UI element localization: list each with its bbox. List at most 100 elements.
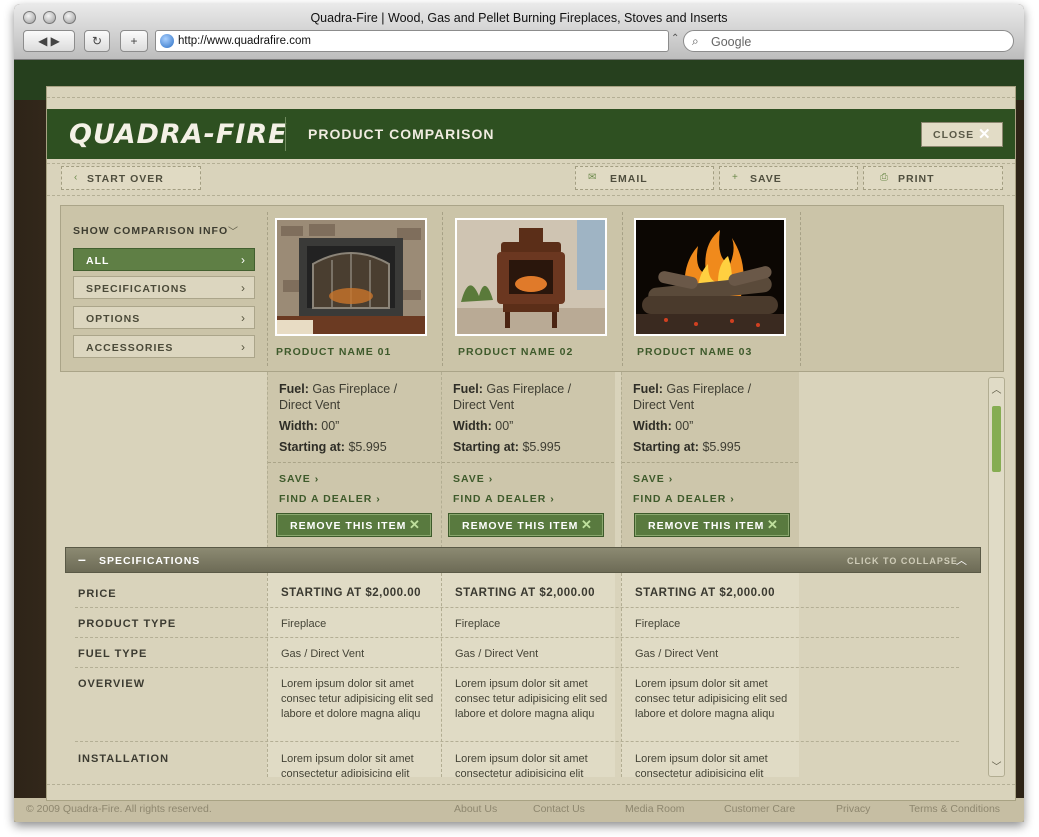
filter-all[interactable]: ALL › [73, 248, 255, 271]
address-bar[interactable]: http://www.quadrafire.com [155, 30, 669, 52]
spec-cell: Gas / Direct Vent [281, 648, 365, 660]
product-name-02[interactable]: PRODUCT NAME 02 [458, 346, 573, 358]
spec-cell: Lorem ipsum dolor sit amet consec tetur … [455, 678, 608, 720]
divider [442, 462, 614, 463]
product-image-01[interactable] [275, 218, 427, 336]
close-icon: ✕ [978, 126, 991, 143]
footer-link-privacy[interactable]: Privacy [836, 803, 870, 815]
product-image-03[interactable] [634, 218, 786, 336]
filter-specifications[interactable]: SPECIFICATIONS › [73, 276, 255, 299]
print-label: PRINT [898, 173, 935, 185]
footer-link-media[interactable]: Media Room [625, 803, 685, 815]
spec-cell: STARTING AT $2,000.00 [455, 587, 596, 599]
price-line: Starting at: $5.995 [633, 440, 741, 454]
spec-cell: Fireplace [455, 618, 501, 630]
spec-cell: Fireplace [281, 618, 327, 630]
width-line: Width: 00” [279, 419, 340, 433]
footer-link-care[interactable]: Customer Care [724, 803, 795, 815]
filter-label: SPECIFICATIONS [86, 283, 188, 295]
footer-link-contact[interactable]: Contact Us [533, 803, 585, 815]
save-link[interactable]: SAVE › [453, 473, 493, 485]
add-bookmark-button[interactable]: + [120, 30, 148, 52]
specifications-section-header[interactable]: – SPECIFICATIONS CLICK TO COLLAPSE ︿ [65, 547, 981, 573]
chevron-down-icon[interactable]: ﹀ [228, 223, 238, 238]
filter-label: OPTIONS [86, 313, 141, 325]
save-link[interactable]: SAVE › [633, 473, 673, 485]
save-link[interactable]: SAVE › [279, 473, 319, 485]
url-text: http://www.quadrafire.com [178, 35, 311, 47]
reload-button[interactable]: ↻ [84, 30, 110, 52]
fireplace-insert-image [277, 220, 425, 334]
divider [47, 784, 1015, 785]
click-to-collapse-label[interactable]: CLICK TO COLLAPSE [847, 556, 958, 566]
spec-cell: Lorem ipsum dolor sit amet consectetur a… [635, 753, 768, 777]
spec-cell: Fireplace [635, 618, 681, 630]
row-divider [75, 667, 959, 668]
specifications-label: SPECIFICATIONS [99, 555, 201, 567]
remove-icon: ✕ [581, 517, 592, 532]
chevron-up-icon[interactable]: ︿ [956, 552, 967, 568]
email-label: EMAIL [610, 173, 648, 185]
product-image-02[interactable] [455, 218, 607, 336]
divider [268, 462, 440, 463]
find-dealer-link[interactable]: FIND A DEALER › [453, 493, 555, 505]
divider [622, 462, 798, 463]
product-name-03[interactable]: PRODUCT NAME 03 [637, 346, 752, 358]
close-button[interactable]: CLOSE ✕ [921, 122, 1003, 147]
column-divider [267, 212, 268, 366]
fuel-line-2: Direct Vent [453, 398, 515, 412]
fuel-line-2: Direct Vent [279, 398, 341, 412]
footer-link-about[interactable]: About Us [454, 803, 497, 815]
chevron-right-icon: › [241, 311, 245, 325]
remove-item-button[interactable]: REMOVE THIS ITEM ✕ [448, 513, 604, 537]
modal-title: PRODUCT COMPARISON [308, 126, 495, 142]
spec-row-label-product-type: PRODUCT TYPE [78, 618, 177, 630]
remove-item-button[interactable]: REMOVE THIS ITEM ✕ [276, 513, 432, 537]
header-divider [285, 117, 286, 151]
spec-cell: STARTING AT $2,000.00 [635, 587, 776, 599]
save-label: SAVE [750, 173, 782, 185]
filter-accessories[interactable]: ACCESSORIES › [73, 335, 255, 358]
column-divider [800, 212, 801, 366]
row-divider [75, 637, 959, 638]
print-button[interactable]: ⎙ PRINT [863, 166, 1003, 190]
remove-item-button[interactable]: REMOVE THIS ITEM ✕ [634, 513, 790, 537]
footer-link-terms[interactable]: Terms & Conditions [909, 803, 1000, 815]
window-title: Quadra-Fire | Wood, Gas and Pellet Burni… [310, 11, 728, 25]
show-comparison-info-label: SHOW COMPARISON INFO [73, 225, 229, 237]
divider [47, 97, 1015, 98]
chevron-left-icon: ‹ [74, 172, 78, 183]
envelope-icon: ✉ [588, 172, 597, 183]
remove-label: REMOVE THIS ITEM [462, 520, 579, 532]
product-name-01[interactable]: PRODUCT NAME 01 [276, 346, 391, 358]
column-divider [622, 212, 623, 366]
address-arrow-icon[interactable]: ⌃ [671, 33, 679, 44]
scroll-thumb[interactable] [992, 406, 1001, 472]
search-field[interactable]: ⌕ Google [683, 30, 1014, 52]
width-line: Width: 00” [453, 419, 514, 433]
start-over-button[interactable]: ‹ START OVER [61, 166, 201, 190]
start-over-label: START OVER [87, 173, 164, 185]
back-forward-button[interactable]: ◀ ▶ [23, 30, 75, 52]
remove-icon: ✕ [767, 517, 778, 532]
filter-label: ACCESSORIES [86, 342, 174, 354]
filter-options[interactable]: OPTIONS › [73, 306, 255, 329]
find-dealer-link[interactable]: FIND A DEALER › [279, 493, 381, 505]
save-button[interactable]: + SAVE [719, 166, 858, 190]
spec-cell: STARTING AT $2,000.00 [281, 587, 422, 599]
vertical-scrollbar[interactable]: ︿ ﹀ [988, 377, 1005, 777]
spec-cell: Lorem ipsum dolor sit amet consectetur a… [281, 753, 414, 777]
chevron-right-icon: › [241, 340, 245, 354]
column-divider [442, 212, 443, 366]
modal-header: QUADRA-FIRE PRODUCT COMPARISON CLOSE ✕ [47, 109, 1015, 159]
email-button[interactable]: ✉ EMAIL [575, 166, 714, 190]
quadra-fire-logo: QUADRA-FIRE [69, 119, 288, 150]
plus-icon: + [732, 172, 738, 183]
printer-icon: ⎙ [880, 172, 888, 183]
scroll-down-icon[interactable]: ﹀ [989, 758, 1004, 773]
width-line: Width: 00” [633, 419, 694, 433]
minus-icon: – [78, 551, 86, 567]
find-dealer-link[interactable]: FIND A DEALER › [633, 493, 735, 505]
chevron-right-icon: › [241, 281, 245, 295]
scroll-up-icon[interactable]: ︿ [989, 381, 1004, 396]
